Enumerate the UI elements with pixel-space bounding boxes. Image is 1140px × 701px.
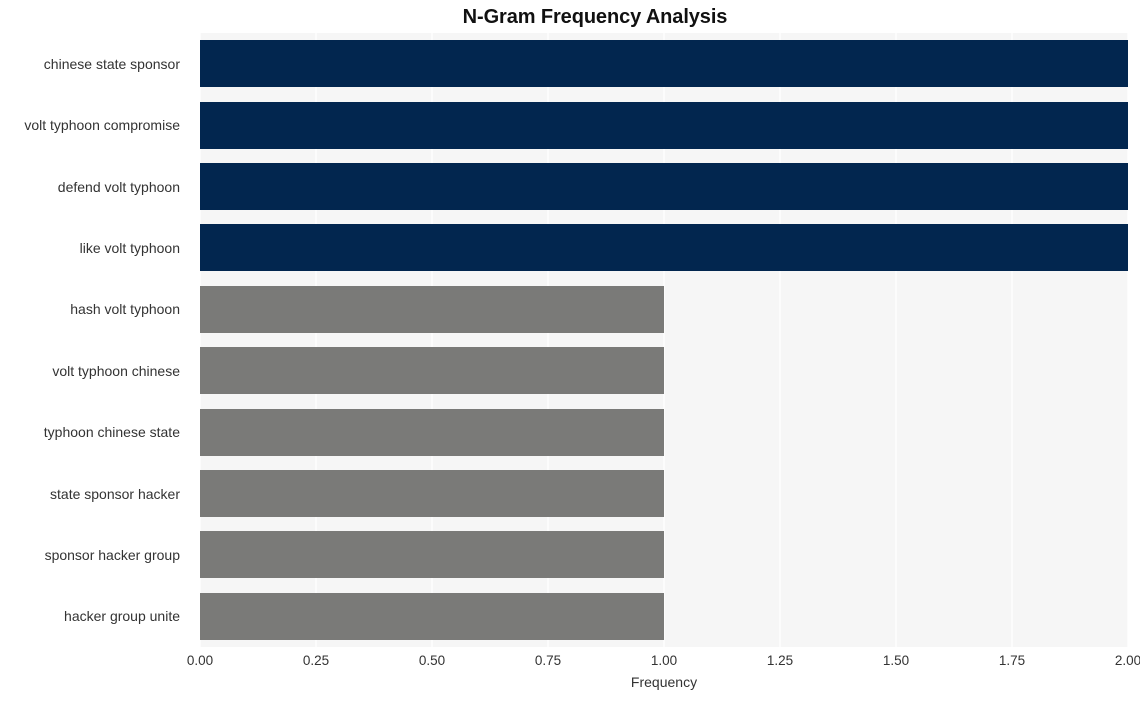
x-axis-tick-label: 1.75: [998, 653, 1026, 668]
x-axis-tick-label: 1.50: [882, 653, 910, 668]
bar[interactable]: [200, 163, 1128, 210]
x-axis-tick-label: 0.75: [534, 653, 562, 668]
x-axis-tick-labels: 0.00 0.25 0.50 0.75 1.00 1.25 1.50 1.75 2.00: [187, 652, 1140, 674]
x-axis-tick-label: 1.00: [650, 653, 678, 668]
bar[interactable]: [200, 40, 1128, 88]
bar-row: [200, 101, 1128, 149]
bar-row: [200, 224, 1128, 272]
y-axis-tick-labels: chinese state sponsor volt typhoon compro…: [0, 33, 190, 647]
bar[interactable]: [200, 470, 664, 517]
x-axis-tick-label: 1.25: [766, 653, 794, 668]
y-axis-tick-label: volt typhoon chinese: [52, 362, 180, 379]
bar[interactable]: [200, 224, 1128, 272]
bar-row: [200, 531, 1128, 579]
x-axis-title: Frequency: [630, 674, 698, 690]
plot-area: [200, 33, 1128, 647]
x-axis-tick-label: 0.00: [186, 653, 214, 668]
y-axis-tick-label: hash volt typhoon: [70, 301, 180, 318]
x-axis-tick-label: 0.50: [418, 653, 446, 668]
y-axis-tick-label: defend volt typhoon: [57, 178, 180, 195]
bar[interactable]: [200, 347, 664, 395]
y-axis-tick-label: like volt typhoon: [79, 239, 180, 256]
bar[interactable]: [200, 531, 664, 579]
bar-row: [200, 347, 1128, 395]
bar-row: [200, 408, 1128, 456]
bar-row: [200, 285, 1128, 333]
bar-row: [200, 592, 1128, 640]
chart-title: N-Gram Frequency Analysis: [462, 6, 728, 28]
y-axis-tick-label: typhoon chinese state: [43, 424, 180, 441]
y-axis-tick-label: chinese state sponsor: [43, 55, 180, 72]
bar[interactable]: [200, 592, 664, 640]
bar-row: [200, 163, 1128, 210]
x-axis-tick-label: 2.00: [1114, 653, 1140, 668]
bar[interactable]: [200, 101, 1128, 149]
bar[interactable]: [200, 285, 664, 333]
y-axis-tick-label: volt typhoon compromise: [24, 117, 180, 134]
bar-row: [200, 40, 1128, 88]
bar-row: [200, 470, 1128, 517]
y-axis-tick-label: state sponsor hacker: [50, 485, 180, 502]
bar[interactable]: [200, 408, 664, 456]
x-axis-tick-label: 0.25: [302, 653, 330, 668]
y-axis-tick-label: sponsor hacker group: [44, 546, 180, 563]
y-axis-tick-label: hacker group unite: [64, 608, 180, 625]
chart-figure: N-Gram Frequency Analysis chinese state …: [0, 0, 1140, 701]
